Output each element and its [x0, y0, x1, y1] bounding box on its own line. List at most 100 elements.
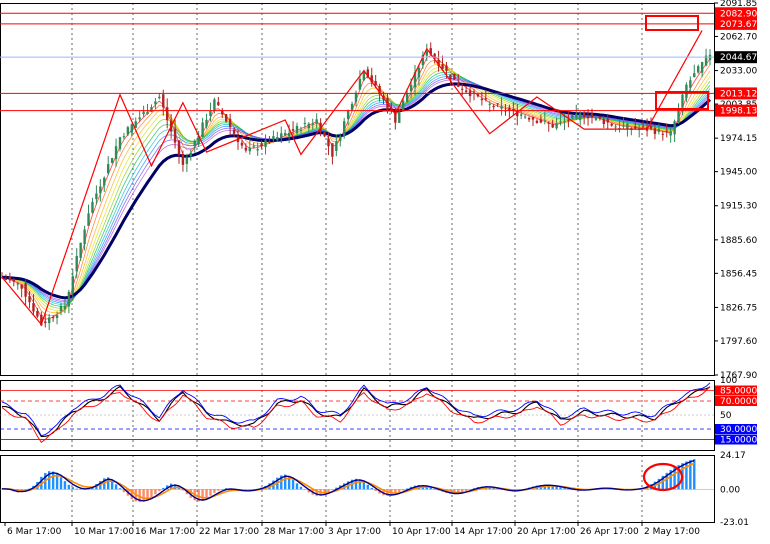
candle-body	[307, 123, 310, 129]
candle-body	[55, 315, 59, 318]
candle-body	[83, 229, 86, 245]
candle-body	[582, 112, 586, 117]
candle-body	[299, 129, 303, 131]
candle-body	[103, 177, 106, 186]
candle-body	[67, 291, 71, 307]
candle-body	[287, 132, 291, 137]
macd-histogram-bar	[217, 489, 220, 491]
time-axis-label: 20 Apr 17:00	[517, 527, 576, 537]
candle-body	[626, 123, 629, 130]
macd-histogram-bar	[71, 487, 74, 490]
macd-histogram-bar	[67, 484, 71, 490]
candle-body	[586, 116, 590, 119]
macd-histogram-bar	[299, 486, 303, 490]
macd-histogram-bar	[63, 481, 67, 490]
candle-body	[488, 103, 491, 105]
level-price-label: 1998.13	[720, 107, 757, 117]
candle-body	[492, 106, 495, 108]
candle-body	[162, 94, 165, 108]
macd-tick-label: 24.17	[720, 451, 746, 461]
macd-histogram-bar	[366, 484, 369, 490]
time-axis-label: 16 Mar 17:00	[135, 527, 195, 537]
macd-histogram-bar	[51, 471, 55, 490]
price-tick-label: 1915.30	[720, 202, 757, 212]
chart-svg[interactable]: 2091.852062.702033.002003.851974.151945.…	[0, 0, 770, 540]
candle-body	[201, 122, 204, 138]
macd-histogram-bar	[555, 486, 558, 490]
time-axis-label: 26 Apr 17:00	[580, 527, 639, 537]
candle-body	[610, 123, 613, 126]
candle-body	[405, 93, 409, 103]
candle-body	[63, 306, 67, 310]
candle-body	[669, 131, 672, 136]
candle-body	[36, 311, 39, 317]
candle-body	[527, 117, 531, 120]
candle-body	[244, 147, 248, 151]
candle-body	[472, 91, 476, 93]
candle-body	[130, 124, 133, 133]
candle-body	[146, 111, 149, 115]
macd-histogram-bar	[75, 488, 78, 490]
candle-body	[480, 98, 484, 101]
candle-body	[653, 128, 657, 134]
candle-body	[44, 321, 47, 324]
candle-body	[79, 242, 82, 258]
price-tick-label: 2033.00	[720, 67, 757, 77]
current-price-label: 2044.67	[720, 53, 757, 63]
macd-histogram-bar	[209, 489, 212, 496]
macd-histogram-bar	[201, 489, 204, 501]
candle-body	[173, 128, 177, 143]
candle-body	[209, 110, 212, 117]
candle-body	[665, 130, 668, 132]
candle-body	[700, 62, 704, 73]
candle-body	[225, 114, 228, 122]
candle-body	[535, 120, 539, 123]
time-axis-label: 3 Apr 17:00	[328, 527, 381, 537]
candle-body	[315, 119, 318, 124]
candle-body	[457, 83, 460, 87]
macd-histogram-bar	[118, 488, 122, 490]
candle-body	[641, 126, 645, 128]
candle-body	[484, 98, 487, 100]
price-pane-frame	[0, 3, 715, 376]
macd-histogram-bar	[464, 489, 468, 492]
candle-body	[323, 131, 326, 137]
candle-body	[358, 78, 362, 90]
macd-histogram-bar	[567, 489, 570, 490]
oscillator-pane-frame	[0, 380, 715, 451]
candle-body	[476, 94, 480, 97]
candle-body	[51, 317, 55, 319]
candle-body	[551, 124, 554, 128]
candle-body	[280, 133, 283, 139]
candle-body	[71, 276, 74, 293]
candle-body	[177, 140, 181, 155]
candle-body	[12, 279, 15, 282]
price-tick-label: 1974.15	[720, 134, 757, 144]
candle-body	[150, 107, 153, 113]
candle-body	[134, 121, 137, 128]
candle-body	[99, 186, 102, 194]
macd-histogram-bar	[79, 489, 82, 490]
macd-histogram-bar	[114, 484, 118, 490]
candle-body	[95, 193, 98, 200]
macd-histogram-bar	[303, 489, 307, 490]
candle-body	[126, 127, 130, 135]
time-axis-label: 6 Mar 17:00	[7, 527, 62, 537]
candle-body	[590, 113, 594, 118]
candle-body	[555, 123, 558, 129]
candle-body	[252, 146, 255, 148]
candle-body	[118, 137, 122, 149]
oscillator-level-label: 70.0000	[720, 397, 757, 407]
candle-body	[445, 65, 448, 71]
oscillator-level-label: 85.0000	[720, 387, 757, 397]
candle-body	[185, 157, 189, 164]
candle-body	[264, 140, 267, 148]
candle-body	[217, 102, 220, 106]
macd-histogram-bar	[295, 483, 299, 490]
candle-body	[575, 113, 578, 118]
candle-body	[158, 96, 161, 99]
candle-body	[350, 103, 354, 110]
candle-body	[453, 73, 456, 80]
candle-body	[240, 142, 244, 146]
candle-body	[193, 140, 196, 147]
